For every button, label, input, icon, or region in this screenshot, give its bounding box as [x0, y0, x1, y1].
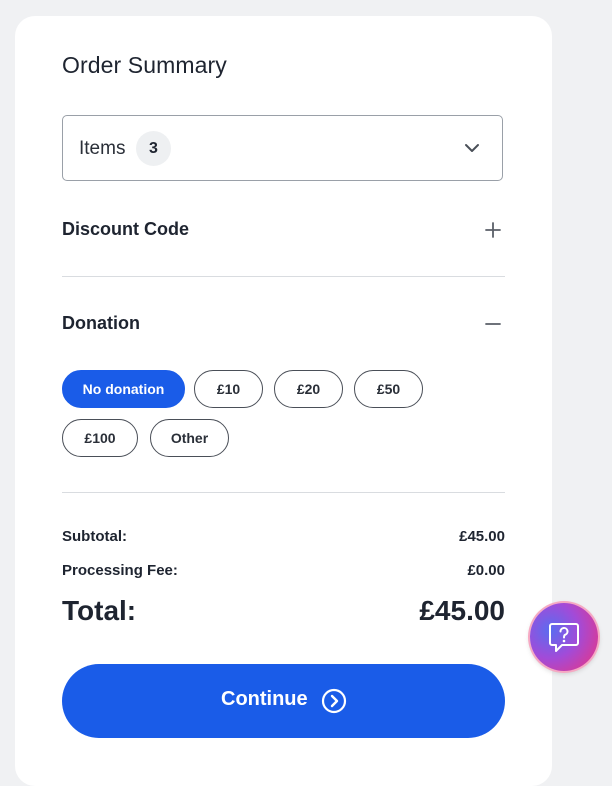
- arrow-right-circle-icon: [321, 688, 347, 714]
- processing-fee-label: Processing Fee:: [62, 562, 178, 579]
- donation-option-50[interactable]: £50: [354, 370, 423, 408]
- donation-option-other[interactable]: Other: [150, 419, 229, 457]
- minus-icon: [485, 323, 501, 325]
- discount-code-label: Discount Code: [62, 219, 190, 239]
- continue-label: Continue: [221, 688, 308, 710]
- subtotal-row: Subtotal: £45.00: [62, 528, 505, 548]
- discount-code-toggle[interactable]: Discount Code: [62, 215, 503, 245]
- donation-option-20[interactable]: £20: [274, 370, 343, 408]
- total-row: Total: £45.00: [62, 595, 505, 631]
- total-label: Total:: [62, 595, 137, 626]
- donation-option-none[interactable]: No donation: [62, 370, 185, 408]
- chevron-down-icon: [465, 144, 479, 152]
- processing-fee-row: Processing Fee: £0.00: [62, 562, 505, 582]
- plus-icon: [485, 222, 501, 238]
- donation-option-100[interactable]: £100: [62, 419, 138, 457]
- continue-button[interactable]: Continue: [62, 664, 505, 738]
- divider: [62, 492, 505, 493]
- help-chat-button[interactable]: [530, 603, 598, 671]
- order-summary-card: Order Summary Items 3 Discount Code Dona…: [15, 16, 552, 786]
- donation-label: Donation: [62, 313, 140, 333]
- donation-toggle[interactable]: Donation: [62, 309, 503, 339]
- donation-option-10[interactable]: £10: [194, 370, 263, 408]
- page-title: Order Summary: [62, 52, 227, 78]
- items-count-badge: 3: [136, 131, 171, 166]
- subtotal-label: Subtotal:: [62, 528, 127, 545]
- items-label: Items: [79, 138, 126, 159]
- total-value: £45.00: [419, 595, 505, 626]
- items-dropdown[interactable]: Items 3: [62, 115, 503, 181]
- divider: [62, 276, 505, 277]
- subtotal-value: £45.00: [459, 528, 505, 545]
- processing-fee-value: £0.00: [467, 562, 505, 579]
- help-chat-icon: [549, 623, 579, 652]
